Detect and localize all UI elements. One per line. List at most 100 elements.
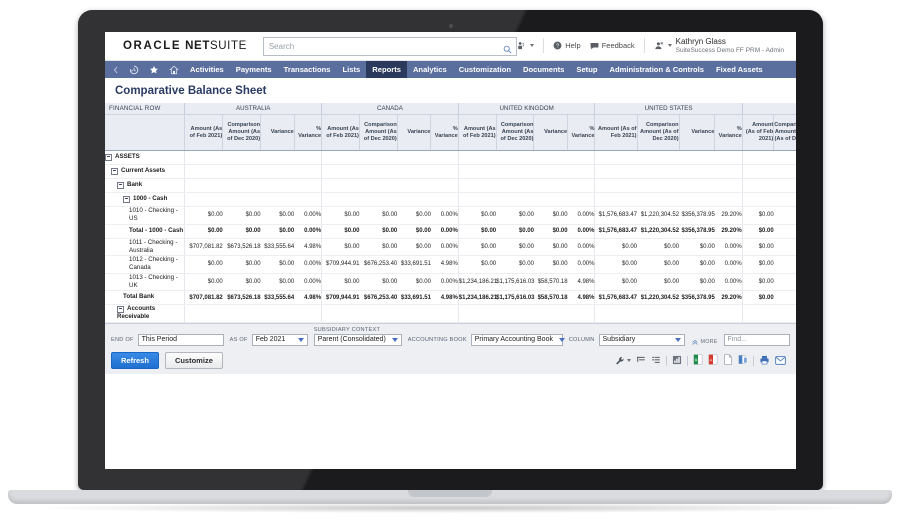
col-au-pct-variance[interactable]: % Variance bbox=[293, 114, 322, 151]
table-row[interactable]: 1010 - Checking - US $0.00 $0.00 $0.00 0.00%… bbox=[105, 206, 796, 225]
nav-item-customization[interactable]: Customization bbox=[453, 61, 517, 78]
col-ca-variance[interactable]: Variance bbox=[396, 114, 431, 151]
col-us-amount[interactable]: Amount (As of Feb 2021) bbox=[594, 114, 638, 151]
export-excel-icon[interactable]: X bbox=[693, 352, 703, 370]
nav-item-transactions[interactable]: Transactions bbox=[278, 61, 337, 78]
nav-item-documents[interactable]: Documents bbox=[517, 61, 570, 78]
table-row[interactable]: Bank bbox=[105, 178, 796, 193]
expand-collapse-icon[interactable] bbox=[123, 195, 130, 203]
as-of-select[interactable]: Feb 2021 bbox=[251, 333, 308, 346]
value-cell: $709,944.91 bbox=[321, 290, 360, 306]
col-au-comparison[interactable]: Comparison Amount (As of Dec 2020) bbox=[222, 114, 261, 151]
export-word-icon[interactable] bbox=[723, 352, 733, 370]
table-row[interactable]: ASSETS bbox=[105, 150, 796, 165]
nav-item-reports[interactable]: Reports bbox=[366, 61, 407, 78]
col-us-pct-variance[interactable]: % Variance bbox=[714, 114, 743, 151]
nav-collapse-toggle[interactable] bbox=[105, 61, 124, 78]
nav-item-administration-controls[interactable]: Administration & Controls bbox=[604, 61, 711, 78]
col-next-amount[interactable]: Amount (As of Feb 2021) bbox=[741, 114, 774, 151]
value-cell bbox=[184, 192, 223, 207]
find-input[interactable]: Find... bbox=[723, 333, 790, 346]
nav-item-setup[interactable]: Setup bbox=[570, 61, 603, 78]
export-pdf-icon[interactable]: A bbox=[708, 352, 718, 370]
col-uk-comparison[interactable]: Comparison Amount (As of Dec 2020) bbox=[495, 114, 534, 151]
expand-all-levels-icon[interactable] bbox=[651, 352, 661, 370]
search-icon[interactable] bbox=[503, 41, 512, 59]
chart-icon[interactable] bbox=[672, 352, 682, 370]
column-select[interactable]: Subsidiary bbox=[598, 333, 685, 346]
value-cell bbox=[294, 150, 322, 165]
col-au-variance[interactable]: Variance bbox=[260, 114, 295, 151]
col-uk-pct-variance[interactable]: % Variance bbox=[567, 114, 595, 151]
value-cell bbox=[184, 178, 223, 193]
apps-menu[interactable] bbox=[517, 41, 535, 51]
help-button[interactable]: ? Help bbox=[553, 41, 581, 50]
value-cell: $0.00 bbox=[260, 223, 295, 239]
filters-row: END OF This Period AS OF Feb 2021 SUBSID… bbox=[111, 327, 790, 346]
table-row[interactable]: Total - 1000 - Cash $0.00 $0.00 $0.00 0.00% $… bbox=[105, 223, 796, 239]
col-us-variance[interactable]: Variance bbox=[678, 114, 715, 151]
value-cell: $0.00 bbox=[496, 238, 534, 257]
table-row[interactable]: 1012 - Checking - Canada $0.00 $0.00 $0.00 0… bbox=[105, 255, 796, 274]
col-ca-amount[interactable]: Amount (As of Feb 2021) bbox=[321, 114, 360, 151]
table-row[interactable]: 1011 - Checking - Australia $707,081.82 $6… bbox=[105, 238, 796, 257]
value-cell bbox=[773, 238, 796, 257]
wrench-options-icon[interactable] bbox=[615, 356, 631, 366]
global-search[interactable] bbox=[262, 36, 518, 59]
export-csv-icon[interactable] bbox=[738, 352, 748, 370]
value-cell: $0.00 bbox=[679, 238, 715, 257]
value-cell: $0.00 bbox=[637, 273, 680, 292]
refresh-button[interactable]: Refresh bbox=[111, 352, 159, 370]
col-uk-variance[interactable]: Variance bbox=[533, 114, 568, 151]
col-au-amount[interactable]: Amount (As of Feb 2021) bbox=[184, 114, 223, 151]
value-cell bbox=[496, 192, 534, 207]
col-ca-pct-variance[interactable]: % Variance bbox=[430, 114, 459, 151]
col-ca-comparison[interactable]: Comparison Amount (As of Dec 2020) bbox=[358, 114, 398, 151]
col-us-comparison[interactable]: Comparison Amount (As of Dec 2020) bbox=[636, 114, 680, 151]
expand-collapse-icon[interactable] bbox=[105, 153, 112, 161]
value-cell bbox=[222, 192, 261, 207]
collapse-one-level-icon[interactable] bbox=[636, 352, 646, 370]
print-icon[interactable] bbox=[759, 352, 770, 370]
value-cell bbox=[594, 164, 638, 179]
row-label-cell: 1010 - Checking - US bbox=[105, 206, 185, 225]
table-row[interactable]: Accounts Receivable bbox=[105, 304, 796, 323]
chevron-down-icon bbox=[530, 44, 535, 48]
table-row[interactable]: 1000 - Cash bbox=[105, 192, 796, 207]
nav-item-lists[interactable]: Lists bbox=[337, 61, 367, 78]
value-cell: $673,526.18 bbox=[222, 238, 261, 257]
table-row[interactable]: 1013 - Checking - UK $0.00 $0.00 $0.00 0.00%… bbox=[105, 273, 796, 292]
customize-button[interactable]: Customize bbox=[164, 352, 223, 370]
nav-item-payments[interactable]: Payments bbox=[230, 61, 278, 78]
expand-collapse-icon[interactable] bbox=[117, 181, 124, 189]
netsuite-logo[interactable]: ORACLE NETSUITE bbox=[123, 40, 247, 52]
nav-item-fixed-assets[interactable]: Fixed Assets bbox=[710, 61, 769, 78]
value-cell bbox=[359, 164, 398, 179]
nav-shortcuts[interactable] bbox=[144, 61, 164, 78]
table-row[interactable]: Current Assets bbox=[105, 164, 796, 179]
more-filters-toggle[interactable]: MORE bbox=[691, 338, 718, 346]
subsidiary-context-select[interactable]: Parent (Consolidated) bbox=[313, 333, 402, 346]
value-cell: 4.98% bbox=[294, 290, 322, 306]
value-cell bbox=[679, 164, 715, 179]
table-row[interactable]: Total Bank $707,081.82 $673,526.18 $33,555.… bbox=[105, 290, 796, 306]
search-input[interactable] bbox=[263, 37, 517, 55]
divider bbox=[753, 355, 754, 366]
user-menu[interactable]: Kathryn Glass SuiteSuccess Demo FF PRM -… bbox=[654, 37, 784, 55]
value-cell: $0.00 bbox=[637, 238, 680, 257]
nav-label: Setup bbox=[576, 65, 598, 74]
feedback-button[interactable]: Feedback bbox=[590, 41, 635, 50]
col-uk-amount[interactable]: Amount (As of Feb 2021) bbox=[457, 114, 497, 151]
value-cell: 4.98% bbox=[294, 238, 322, 257]
accounting-book-select[interactable]: Primary Accounting Book bbox=[470, 333, 565, 346]
nav-item-activities[interactable]: Activities bbox=[184, 61, 230, 78]
email-icon[interactable] bbox=[775, 352, 786, 370]
expand-collapse-icon[interactable] bbox=[111, 167, 118, 175]
nav-home[interactable] bbox=[164, 61, 184, 78]
expand-collapse-icon[interactable] bbox=[117, 305, 124, 313]
value-cell: $709,944.91 bbox=[321, 255, 360, 274]
end-of-input[interactable]: This Period bbox=[137, 333, 224, 346]
nav-item-analytics[interactable]: Analytics bbox=[407, 61, 453, 78]
col-next-comparison[interactable]: Comparison Amount (As of D bbox=[773, 114, 796, 151]
nav-recent-records[interactable] bbox=[124, 61, 144, 78]
